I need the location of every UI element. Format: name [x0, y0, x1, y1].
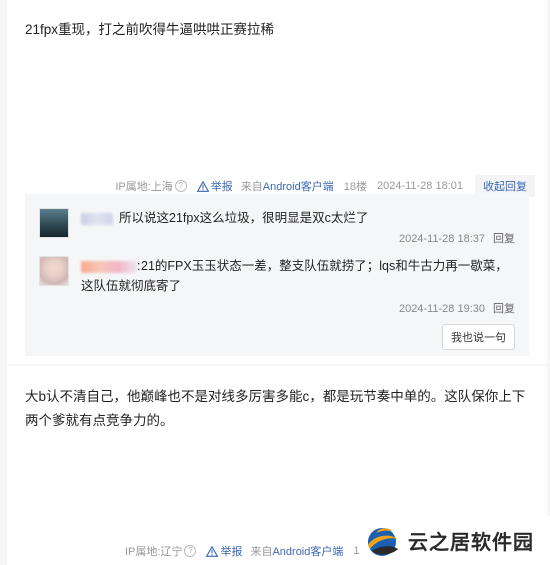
site-logo-icon [368, 527, 398, 556]
source-app-link[interactable]: Android客户端 [263, 178, 334, 194]
source-prefix: 来自 [250, 546, 273, 558]
reply-time: 2024-11-28 18:37 [398, 233, 485, 245]
post-content: 大b认不清自己，他巅峰也不是对线多厉害多能c，都是玩节奏中单的。这队保你上下两个… [25, 389, 526, 428]
watermark-text: 云之居软件园 [408, 530, 534, 554]
report-button[interactable]: 举报 [196, 178, 233, 194]
site-watermark: 云之居软件园 [360, 516, 550, 565]
report-button[interactable]: 举报 [206, 543, 242, 559]
floor-number: 1 [353, 545, 360, 557]
report-label: 举报 [210, 181, 233, 193]
warning-triangle-icon [196, 180, 209, 192]
reply-item: : 21的FPX玉玉状态一差，整支队伍就捞了；lqs和牛古力再一歇菜，这队伍就彻… [39, 256, 515, 318]
reply-time: 2024-11-28 19:30 [398, 303, 485, 315]
username-blurred[interactable] [81, 213, 113, 225]
reply-thread: 所以说这21fpx这么垃圾，很明显是双c太烂了 2024-11-28 18:37… [25, 194, 529, 356]
help-circle-icon[interactable]: ? [174, 180, 187, 192]
ip-location: IP属地:辽宁 [125, 546, 183, 558]
floor-number: 18楼 [343, 181, 367, 193]
post-meta: IP属地:辽宁 ? 举报 来自 Android客户端 1 [125, 543, 370, 559]
reply-meta: 2024-11-28 19:30 回复 [399, 300, 515, 316]
post-18: 21fpx重现，打之前吹得牛逼哄哄正赛拉稀 IP属地:上海 ? 举报 来自 An… [7, 0, 547, 364]
avatar[interactable] [39, 208, 69, 238]
source-prefix: 来自 [240, 181, 263, 193]
reply-meta: 2024-11-28 18:37 回复 [399, 230, 515, 246]
reply-button[interactable]: 回复 [493, 233, 515, 245]
post-time: 2024-11-28 18:01 [376, 180, 463, 192]
warning-triangle-icon [206, 545, 219, 557]
avatar[interactable] [39, 256, 69, 286]
reply-text: 所以说这21fpx这么垃圾，很明显是双c太烂了 [119, 211, 369, 225]
reply-item: 所以说这21fpx这么垃圾，很明显是双c太烂了 2024-11-28 18:37… [39, 208, 515, 258]
ip-location: IP属地:上海 [115, 181, 173, 193]
help-circle-icon[interactable]: ? [184, 545, 197, 557]
reply-text: 21的FPX玉玉状态一差，整支队伍就捞了；lqs和牛古力再一歇菜，这队伍就彻底寄… [81, 259, 508, 293]
source-app-link[interactable]: Android客户端 [272, 543, 343, 559]
add-reply-button[interactable]: 我也说一句 [442, 324, 515, 350]
report-label: 举报 [220, 546, 243, 558]
post-content: 21fpx重现，打之前吹得牛逼哄哄正赛拉稀 [25, 22, 275, 37]
reply-button[interactable]: 回复 [493, 303, 515, 315]
